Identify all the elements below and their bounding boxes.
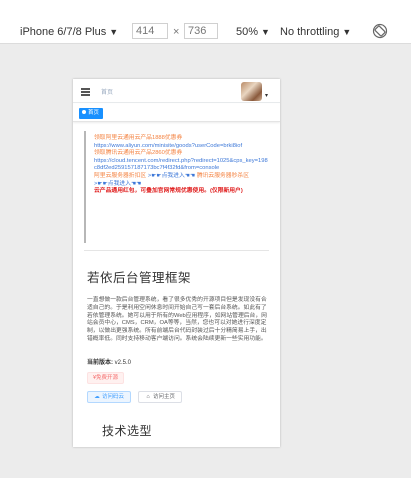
active-dot-icon xyxy=(82,110,86,114)
home-icon: ⌂ xyxy=(146,394,150,400)
width-input[interactable]: 414 xyxy=(132,23,168,39)
aliyun-zone-row: 阿里云服务器折扣区 >☛☛点我进入☚☚ 腾讯云服务器秒杀区 xyxy=(94,173,269,181)
divider xyxy=(84,250,269,251)
avatar[interactable] xyxy=(241,82,262,101)
hamburger-icon[interactable] xyxy=(81,88,90,96)
device-name: iPhone 6/7/8 Plus xyxy=(20,26,107,38)
dimension-separator: × xyxy=(173,26,180,38)
tencent-coupon-label: 领取腾讯云通用云产品2860优惠券 xyxy=(94,150,183,157)
device-viewport: 首页 ▾ 首页 领取阿里云通用云产品1888优惠券 https://www.al… xyxy=(73,79,280,447)
free-badge: ¥免费开源 xyxy=(87,372,125,384)
tencent-zone-label: 腾讯云服务器秒杀区 xyxy=(196,172,249,179)
zoom-select[interactable]: 50% ▼ xyxy=(236,25,270,39)
page-title: 若依后台管理框架 xyxy=(87,271,192,285)
tag-label: 首页 xyxy=(88,110,100,116)
visit-gitee-label: 访问码云 xyxy=(102,394,125,400)
version-value: v2.5.0 xyxy=(114,360,132,366)
cloud-icon: ☁ xyxy=(94,394,100,400)
aliyun-coupon-label: 领取阿里云通用云产品1888优惠券 xyxy=(94,135,183,141)
chevron-down-icon: ▼ xyxy=(342,27,352,37)
rotate-icon[interactable] xyxy=(372,23,388,39)
throttling-select[interactable]: No throttling ▼ xyxy=(280,25,351,39)
tech-stack-title: 技术选型 xyxy=(102,424,153,438)
zoom-value: 50% xyxy=(236,26,259,38)
device-select[interactable]: iPhone 6/7/8 Plus ▼ xyxy=(20,25,118,39)
promo-footer: 云产品通用红包，可叠加官网常规优惠使用。(仅限新用户) xyxy=(94,188,243,195)
visit-homepage-button[interactable]: ⌂ 访问主页 xyxy=(138,391,183,403)
breadcrumb[interactable]: 首页 xyxy=(101,87,113,96)
chevron-down-icon: ▼ xyxy=(109,27,119,37)
tag-home[interactable]: 首页 xyxy=(79,108,104,119)
visit-gitee-button[interactable]: ☁ 访问码云 xyxy=(87,391,132,403)
visit-homepage-label: 访问主页 xyxy=(153,394,176,400)
promo-notice: 领取阿里云通用云产品1888优惠券 https://www.aliyun.com… xyxy=(84,131,269,243)
version-label: 当前版本: xyxy=(87,360,113,366)
version-info: 当前版本: v2.5.0 xyxy=(87,357,131,366)
tags-view: 首页 xyxy=(73,104,280,122)
aliyun-zone-link[interactable]: >☛☛点我进入☚☚ xyxy=(148,173,195,179)
project-description: 一直想做一款后台管理系统，看了很多优秀的开源项目但是发现没有合适自己的。于是利用… xyxy=(87,297,267,342)
caret-down-icon[interactable]: ▾ xyxy=(265,92,268,99)
aliyun-zone-label: 阿里云服务器折扣区 xyxy=(94,172,147,179)
tencent-coupon-link[interactable]: https://cloud.tencent.com/redirect.php?r… xyxy=(94,158,269,173)
tencent-zone-link[interactable]: >☛☛点我进入☚☚ xyxy=(94,181,141,187)
throttling-value: No throttling xyxy=(280,26,340,38)
chevron-down-icon: ▼ xyxy=(261,27,270,37)
height-input[interactable]: 736 xyxy=(184,23,218,39)
devtools-device-toolbar: iPhone 6/7/8 Plus ▼ 414 × 736 50% ▼ No thr… xyxy=(0,0,411,44)
navbar: 首页 ▾ xyxy=(73,79,280,103)
